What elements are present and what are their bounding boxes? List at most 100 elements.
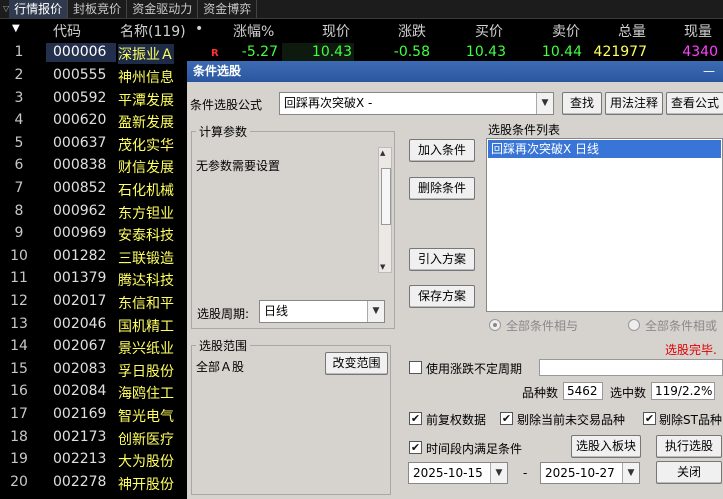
row-name: 孚日股份 [118,363,174,380]
tab-quotes[interactable]: 行情报价 [9,0,69,18]
row-ask: 10.44 [541,44,582,60]
row-change: -0.58 [393,44,430,60]
col-bid[interactable]: 买价 [475,21,503,41]
change-range-button[interactable]: 改变范围 [325,352,388,375]
col-volume[interactable]: 总量 [618,21,646,41]
params-scrollbar[interactable]: ▲ ▼ [378,147,392,273]
close-button[interactable]: 关闭 [656,461,722,484]
time-range-checkbox[interactable]: ✔ [409,441,422,454]
row-index: 19 [10,451,28,468]
exclude-st-label: 剔除ST品种 [659,413,722,427]
quote-table-header: ▼ 代码 名称(119) • 涨幅% 现价 涨跌 买价 卖价 总量 现量 [0,19,723,41]
row-index: 16 [10,383,28,400]
tab-capital-game[interactable]: 资金博弈 [198,0,258,18]
row-index: 15 [10,360,28,377]
usage-notes-button[interactable]: 用法注释 [605,92,663,115]
period-select[interactable]: 日线 ▼ [259,300,385,323]
selected-value: 119/2.2% [651,382,715,400]
row-index: 1 [14,44,24,60]
row-index: 18 [10,428,28,445]
row-name: 智光电气 [118,409,174,425]
condition-list-title: 选股条件列表 [488,123,561,137]
row-bid: 10.43 [465,44,506,60]
condition-item[interactable]: 回踩再次突破X 日线 [488,140,721,158]
params-text: 无参数需要设置 [196,159,281,173]
variable-period-checkbox[interactable] [409,361,422,374]
scroll-down-icon[interactable]: ▼ [380,263,385,271]
delete-condition-button[interactable]: 删除条件 [409,177,475,200]
tab-limit-auction[interactable]: 封板竞价 [68,0,128,18]
exclude-st-checkbox[interactable]: ✔ [643,412,656,425]
sort-arrow-icon[interactable]: ▼ [12,23,20,34]
time-range-label: 时间段内满足条件 [426,442,523,456]
tab-menu-caret-icon[interactable]: ▽ [0,0,9,18]
row-index: 11 [10,270,28,287]
formula-value: 回踩再次突破X - [284,96,373,110]
params-title: 计算参数 [196,123,251,140]
row-code: 001379 [53,270,107,287]
formula-select[interactable]: 回踩再次突破X - ▼ [279,92,554,115]
col-ask[interactable]: 卖价 [552,21,580,41]
add-condition-button[interactable]: 加入条件 [409,139,475,162]
row-name: 东信和平 [118,296,174,312]
tab-capital-drive[interactable]: 资金驱动力 [127,0,199,18]
date-from-picker[interactable]: 2025-10-15 ▼ [408,462,508,484]
minimize-icon[interactable]: — [703,61,715,82]
row-name: 茂化实华 [118,137,174,154]
find-button[interactable]: 查找 [562,92,602,115]
stock-screening-dialog: 条件选股 — 条件选股公式 回踩再次突破X - ▼ 查找 用法注释 查看公式 计… [187,61,723,499]
date-separator: - [523,466,528,480]
col-dot: • [195,21,204,37]
row-name: 财信发展 [118,160,174,177]
row-code: 002067 [53,338,107,355]
view-formula-button[interactable]: 查看公式 [666,92,723,115]
period-label: 选股周期: [197,307,250,321]
col-change[interactable]: 涨跌 [398,21,426,41]
row-code: 000962 [53,202,107,219]
row-index: 14 [10,338,28,355]
count-label: 品种数 [522,386,559,400]
save-scheme-button[interactable]: 保存方案 [409,285,475,308]
scroll-up-icon[interactable]: ▲ [380,149,385,157]
row-name: 国机精工 [118,318,174,335]
row-name: 盈新发展 [118,115,174,132]
range-value: 全部Ａ股 [196,360,245,374]
row-name: 安泰科技 [118,228,174,245]
radio-and-label: 全部条件相与 [506,319,579,333]
col-change-pct[interactable]: 涨幅% [233,21,274,41]
row-price: 10.43 [311,44,352,60]
row-code: 002173 [53,428,107,445]
row-name: 神开股份 [118,476,174,493]
row-name: 三联锻造 [118,250,174,267]
dialog-title-bar[interactable]: 条件选股 — [187,61,723,82]
radio-and[interactable] [489,319,501,331]
scrollbar-thumb[interactable] [381,168,391,225]
add-to-block-button[interactable]: 选股入板块 [571,435,641,458]
condition-list[interactable]: 回踩再次突破X 日线 [486,138,723,312]
row-name: 石化机械 [118,183,174,199]
row-index: 4 [14,112,24,129]
formula-label: 条件选股公式 [190,98,263,112]
radio-or[interactable] [628,319,640,331]
variable-period-input[interactable] [539,359,723,376]
date-to-picker[interactable]: 2025-10-27 ▼ [540,462,640,484]
chevron-down-icon[interactable]: ▼ [536,93,553,114]
col-name[interactable]: 名称(119) [120,21,186,41]
row-code: 000852 [53,180,107,196]
tab-bar: ▽ 行情报价 封板竞价 资金驱动力 资金博弈 [0,0,723,19]
chevron-down-icon[interactable]: ▼ [622,463,639,483]
exclude-untraded-checkbox[interactable]: ✔ [500,412,513,425]
row-index: 2 [14,67,24,83]
row-code: 001282 [53,247,107,264]
col-current-volume[interactable]: 现量 [684,21,712,41]
row-code: 000555 [53,67,107,83]
import-scheme-button[interactable]: 引入方案 [409,248,475,271]
chevron-down-icon[interactable]: ▼ [490,463,507,483]
col-code[interactable]: 代码 [53,21,81,41]
row-name: 海鸥住工 [118,386,174,403]
row-volume: 421977 [593,44,647,60]
adjusted-data-checkbox[interactable]: ✔ [409,412,422,425]
run-screening-button[interactable]: 执行选股 [656,435,722,458]
col-price[interactable]: 现价 [322,21,350,41]
chevron-down-icon[interactable]: ▼ [367,301,384,322]
